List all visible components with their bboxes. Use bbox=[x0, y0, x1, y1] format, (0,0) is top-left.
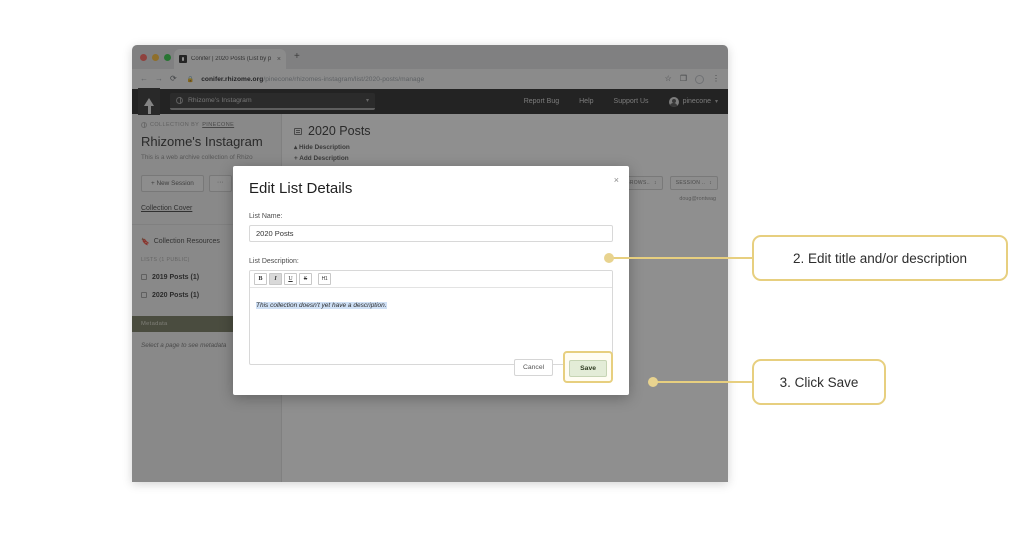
underline-button[interactable]: U bbox=[284, 273, 297, 285]
italic-button[interactable]: I bbox=[269, 273, 282, 285]
callout-anchor-dot bbox=[604, 253, 614, 263]
callout-edit-title: 2. Edit title and/or description bbox=[752, 235, 1008, 281]
editor-toolbar: B I U S H1 bbox=[250, 271, 612, 288]
editor-body[interactable]: This collection doesn't yet have a descr… bbox=[250, 288, 612, 318]
cancel-button[interactable]: Cancel bbox=[513, 358, 554, 376]
close-icon[interactable]: × bbox=[614, 176, 619, 185]
edit-list-details-modal: × Edit List Details List Name: List Desc… bbox=[233, 166, 629, 395]
save-button[interactable]: Save bbox=[569, 360, 607, 377]
callout-text: 2. Edit title and/or description bbox=[792, 250, 968, 266]
callout-leader-line bbox=[609, 257, 752, 259]
strikethrough-button[interactable]: S bbox=[299, 273, 312, 285]
browser-window: Conifer | 2020 Posts (List by p × + ← → … bbox=[132, 45, 728, 482]
callout-leader-line bbox=[653, 381, 753, 383]
heading-button[interactable]: H1 bbox=[318, 273, 331, 285]
save-button-highlight: Save bbox=[563, 351, 613, 383]
callout-click-save: 3. Click Save bbox=[752, 359, 886, 405]
description-text: This collection doesn't yet have a descr… bbox=[256, 302, 387, 309]
list-description-label: List Description: bbox=[249, 258, 299, 265]
modal-title: Edit List Details bbox=[249, 180, 353, 197]
list-name-input[interactable] bbox=[249, 225, 613, 242]
callout-text: 3. Click Save bbox=[779, 374, 859, 390]
screenshot-root: Conifer | 2020 Posts (List by p × + ← → … bbox=[0, 0, 1024, 534]
list-name-label: List Name: bbox=[249, 213, 283, 220]
bold-button[interactable]: B bbox=[254, 273, 267, 285]
modal-actions: Cancel Save bbox=[513, 351, 613, 383]
callout-anchor-dot bbox=[648, 377, 658, 387]
